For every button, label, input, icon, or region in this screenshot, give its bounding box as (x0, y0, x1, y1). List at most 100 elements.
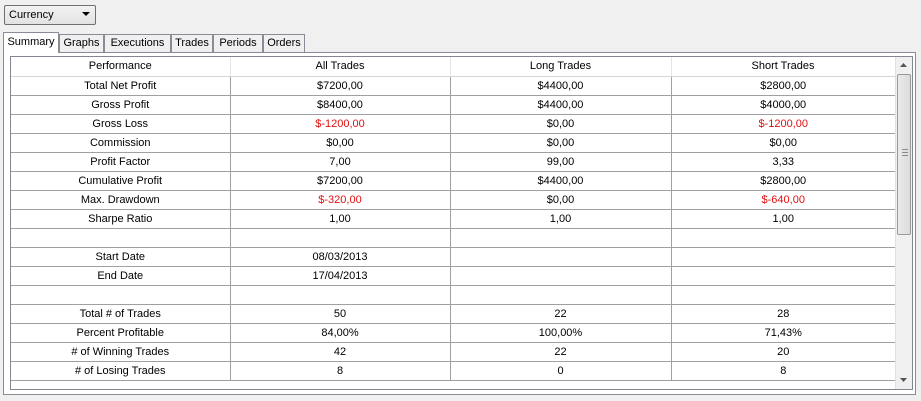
table-cell: $-1200,00 (671, 114, 895, 134)
scroll-down-arrow-icon[interactable] (896, 372, 912, 389)
table-cell (671, 228, 895, 248)
row-label: Max. Drawdown (11, 190, 231, 210)
tab-orders[interactable]: Orders (263, 34, 305, 52)
scrollbar-thumb[interactable] (897, 74, 911, 235)
table-cell: $4400,00 (450, 76, 672, 96)
table-row[interactable]: Profit Factor 7,00 99,00 3,33 (11, 152, 895, 172)
table-cell: 28 (671, 304, 895, 324)
table-cell: 99,00 (450, 152, 672, 172)
row-label: Total # of Trades (11, 304, 231, 324)
table-cell: 50 (230, 304, 451, 324)
table-cell: 1,00 (450, 209, 672, 229)
table-cell (450, 247, 672, 267)
table-cell (671, 266, 895, 286)
performance-grid: Performance All Trades Long Trades Short… (10, 56, 913, 390)
tab-periods[interactable]: Periods (213, 34, 263, 52)
table-cell: $-320,00 (230, 190, 451, 210)
table-cell: $-640,00 (671, 190, 895, 210)
table-row[interactable]: Max. Drawdown $-320,00 $0,00 $-640,00 (11, 190, 895, 210)
column-header-all-trades[interactable]: All Trades (230, 57, 451, 77)
table-cell: $7200,00 (230, 76, 451, 96)
row-label: Total Net Profit (11, 76, 231, 96)
table-cell: $0,00 (230, 133, 451, 153)
table-cell: 1,00 (671, 209, 895, 229)
tab-summary[interactable]: Summary (3, 32, 59, 53)
row-label: Start Date (11, 247, 231, 267)
row-label: Profit Factor (11, 152, 231, 172)
table-row[interactable]: Percent Profitable 84,00% 100,00% 71,43% (11, 323, 895, 343)
table-cell: 22 (450, 342, 672, 362)
table-cell: 42 (230, 342, 451, 362)
table-cell: 20 (671, 342, 895, 362)
table-cell: 22 (450, 304, 672, 324)
table-cell: 71,43% (671, 323, 895, 343)
table-cell (230, 228, 451, 248)
table-cell: $-1200,00 (230, 114, 451, 134)
column-header-performance[interactable]: Performance (11, 57, 231, 77)
row-label (11, 228, 231, 248)
table-row[interactable] (11, 228, 895, 248)
table-row[interactable]: Gross Loss $-1200,00 $0,00 $-1200,00 (11, 114, 895, 134)
tab-trades[interactable]: Trades (171, 34, 213, 52)
column-header-short-trades[interactable]: Short Trades (671, 57, 896, 77)
row-label: # of Winning Trades (11, 342, 231, 362)
table-row[interactable]: Gross Profit $8400,00 $4400,00 $4000,00 (11, 95, 895, 115)
table-row[interactable]: # of Losing Trades 8 0 8 (11, 361, 895, 381)
table-cell: 08/03/2013 (230, 247, 451, 267)
table-cell (450, 266, 672, 286)
table-row[interactable]: Cumulative Profit $7200,00 $4400,00 $2800,0… (11, 171, 895, 191)
table-cell: 100,00% (450, 323, 672, 343)
table-cell: $4400,00 (450, 95, 672, 115)
row-label: Percent Profitable (11, 323, 231, 343)
table-cell: $4000,00 (671, 95, 895, 115)
table-row[interactable]: Sharpe Ratio 1,00 1,00 1,00 (11, 209, 895, 229)
table-row[interactable]: # of Winning Trades 42 22 20 (11, 342, 895, 362)
table-cell: 0 (450, 361, 672, 381)
table-cell (450, 285, 672, 305)
table-row[interactable]: Commission $0,00 $0,00 $0,00 (11, 133, 895, 153)
currency-select[interactable]: Currency (4, 5, 96, 25)
currency-select-value: Currency (9, 9, 54, 21)
scroll-up-arrow-icon[interactable] (896, 57, 912, 74)
table-cell: $0,00 (450, 133, 672, 153)
summary-panel: Performance All Trades Long Trades Short… (3, 52, 916, 395)
row-label (11, 285, 231, 305)
table-cell: 17/04/2013 (230, 266, 451, 286)
table-cell: $7200,00 (230, 171, 451, 191)
grip-icon (902, 149, 908, 156)
column-header-long-trades[interactable]: Long Trades (450, 57, 672, 77)
table-cell: $0,00 (450, 190, 672, 210)
row-label: Sharpe Ratio (11, 209, 231, 229)
chevron-down-icon[interactable] (78, 6, 95, 24)
row-label: End Date (11, 266, 231, 286)
table-header-row: Performance All Trades Long Trades Short… (11, 57, 896, 77)
row-label: Commission (11, 133, 231, 153)
row-label: Cumulative Profit (11, 171, 231, 191)
table-cell: $8400,00 (230, 95, 451, 115)
table-cell: 7,00 (230, 152, 451, 172)
vertical-scrollbar[interactable] (895, 57, 912, 389)
row-label: Gross Profit (11, 95, 231, 115)
table-row[interactable]: Start Date 08/03/2013 (11, 247, 895, 267)
table-row[interactable]: End Date 17/04/2013 (11, 266, 895, 286)
tab-graphs[interactable]: Graphs (59, 34, 104, 52)
table-cell (671, 247, 895, 267)
table-cell: $0,00 (450, 114, 672, 134)
table-cell: $0,00 (671, 133, 895, 153)
table-cell: $2800,00 (671, 76, 895, 96)
table-cell: 8 (671, 361, 895, 381)
table-cell: 1,00 (230, 209, 451, 229)
table-cell: $2800,00 (671, 171, 895, 191)
table-cell: 84,00% (230, 323, 451, 343)
table-row[interactable]: Total Net Profit $7200,00 $4400,00 $2800,00 (11, 76, 895, 96)
table-cell: 8 (230, 361, 451, 381)
table-row[interactable]: Total # of Trades 50 22 28 (11, 304, 895, 324)
table-cell (230, 285, 451, 305)
table-cell (671, 285, 895, 305)
table-row[interactable] (11, 285, 895, 305)
row-label: Gross Loss (11, 114, 231, 134)
tab-executions[interactable]: Executions (104, 34, 171, 52)
row-label: # of Losing Trades (11, 361, 231, 381)
table-cell (450, 228, 672, 248)
table-cell: 3,33 (671, 152, 895, 172)
